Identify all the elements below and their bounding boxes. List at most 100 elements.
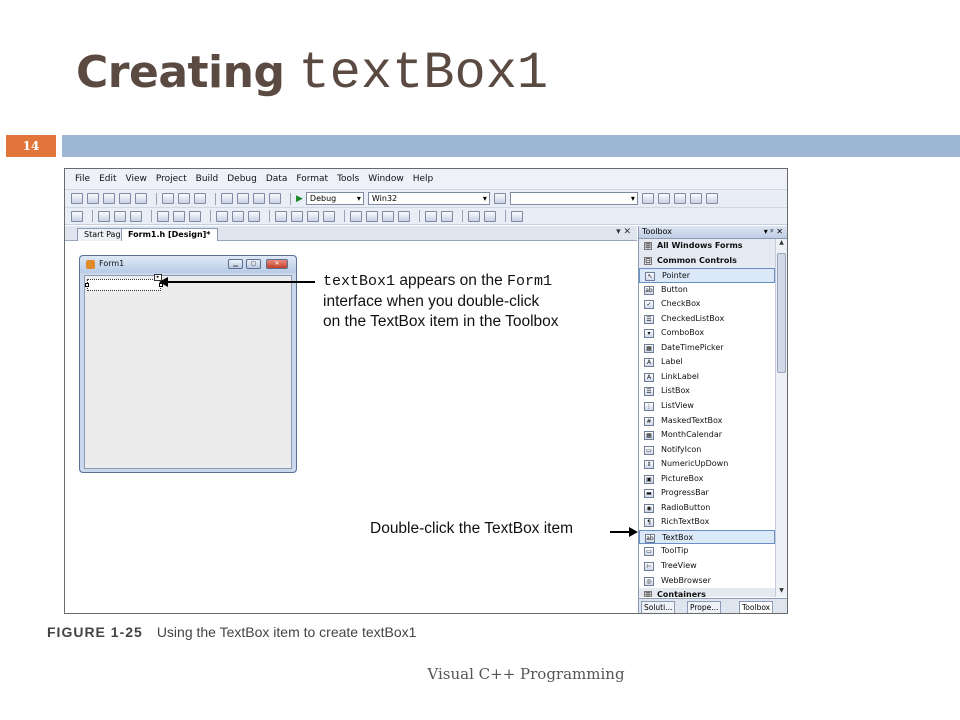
bring-to-front-icon[interactable] <box>468 210 480 222</box>
toolbox-item[interactable]: ▭ ToolTip <box>639 544 775 559</box>
vertical-spacing-icon[interactable] <box>350 210 362 222</box>
object-browser-icon[interactable] <box>673 193 686 204</box>
align-tops-icon[interactable] <box>157 210 169 222</box>
redo-icon[interactable] <box>237 193 249 204</box>
toolbox-item[interactable]: ◎ WebBrowser <box>639 574 775 589</box>
menu-window[interactable]: Window <box>368 174 404 184</box>
toolbox-item[interactable]: ⇕ NumericUpDown <box>639 457 775 472</box>
toolbox-item[interactable]: A LinkLabel <box>639 370 775 385</box>
solution-platform-combo[interactable]: Win32 <box>367 192 490 205</box>
tab-solution-explorer[interactable]: Soluti... <box>641 601 676 613</box>
paste-icon[interactable] <box>194 193 206 204</box>
toolbox-header-controls[interactable]: ▾ ᵖ ✕ <box>764 226 783 238</box>
toolbox-group[interactable]: ⊟ Common Controls <box>639 253 775 269</box>
toolbox-group[interactable]: ⊞ All Windows Forms <box>639 239 775 254</box>
tab-window-controls[interactable]: ▾ ✕ <box>616 227 631 237</box>
toolbox-scrollbar[interactable]: ▲ ▼ <box>775 239 787 597</box>
tab-order-icon[interactable] <box>511 210 523 222</box>
align-to-grid-icon[interactable] <box>71 210 83 222</box>
find-combo[interactable] <box>509 192 638 205</box>
menu-tools[interactable]: Tools <box>337 174 359 184</box>
menu-file[interactable]: File <box>75 174 90 184</box>
callout-code-form1: Form1 <box>507 273 553 290</box>
toolbox-item[interactable]: ab Button <box>639 283 775 298</box>
size-to-grid-icon[interactable] <box>232 210 244 222</box>
toolbox-item[interactable]: ▬ ProgressBar <box>639 486 775 501</box>
menu-data[interactable]: Data <box>266 174 288 184</box>
toolbox-item[interactable]: ◉ RadioButton <box>639 501 775 516</box>
center-horizontally-icon[interactable] <box>425 210 437 222</box>
increase-spacing-icon[interactable] <box>291 210 303 222</box>
toolbox-item[interactable]: ⋮ ListView <box>639 399 775 414</box>
scroll-up-icon[interactable]: ▲ <box>776 239 787 249</box>
toolbox-item[interactable]: ▾ ComboBox <box>639 326 775 341</box>
navigate-forward-icon[interactable] <box>269 193 281 204</box>
solution-explorer-icon[interactable] <box>641 193 654 204</box>
start-page-icon[interactable] <box>705 193 718 204</box>
close-icon[interactable]: ✕ <box>266 259 288 269</box>
toolbox-item[interactable]: ↖ Pointer <box>639 268 775 283</box>
copy-icon[interactable] <box>178 193 190 204</box>
new-project-icon[interactable] <box>71 193 83 204</box>
cut-icon[interactable] <box>162 193 174 204</box>
send-to-back-icon[interactable] <box>484 210 496 222</box>
maximize-icon[interactable]: ▢ <box>246 259 261 269</box>
remove-vspacing-icon[interactable] <box>398 210 410 222</box>
tab-form1-design[interactable]: Form1.h [Design]* <box>121 228 218 241</box>
menu-view[interactable]: View <box>126 174 147 184</box>
align-bottoms-icon[interactable] <box>189 210 201 222</box>
properties-icon[interactable] <box>657 193 670 204</box>
toolbox-icon[interactable] <box>689 193 702 204</box>
minimize-icon[interactable]: ▁ <box>228 259 243 269</box>
decrease-spacing-icon[interactable] <box>307 210 319 222</box>
make-same-width-icon[interactable] <box>216 210 228 222</box>
toolbox-item[interactable]: ✓ CheckBox <box>639 297 775 312</box>
scroll-thumb[interactable] <box>777 253 786 373</box>
toolbox-item[interactable]: ☰ CheckedListBox <box>639 312 775 327</box>
toolbox-item[interactable]: ⊢ TreeView <box>639 559 775 574</box>
add-item-icon[interactable] <box>87 193 99 204</box>
toolbox-item[interactable]: ▦ DateTimePicker <box>639 341 775 356</box>
menu-debug[interactable]: Debug <box>227 174 257 184</box>
tab-properties[interactable]: Prope... <box>687 601 722 613</box>
menu-edit[interactable]: Edit <box>99 174 116 184</box>
toolbox-item[interactable]: # MaskedTextBox <box>639 414 775 429</box>
menu-build[interactable]: Build <box>196 174 219 184</box>
horizontal-spacing-icon[interactable] <box>275 210 287 222</box>
save-icon[interactable] <box>119 193 131 204</box>
solution-config-combo[interactable]: Debug <box>305 192 364 205</box>
toolbox-item[interactable]: ¶ RichTextBox <box>639 515 775 530</box>
menu-format[interactable]: Format <box>296 174 328 184</box>
align-rights-icon[interactable] <box>130 210 142 222</box>
increase-vspacing-icon[interactable] <box>366 210 378 222</box>
toolbox-item[interactable]: ab TextBox <box>639 529 775 545</box>
align-lefts-icon[interactable] <box>98 210 110 222</box>
menu-help[interactable]: Help <box>413 174 434 184</box>
toolbox-item[interactable]: ▣ PictureBox <box>639 472 775 487</box>
align-centers-icon[interactable] <box>114 210 126 222</box>
form1-client-area[interactable]: ▸ <box>84 274 292 469</box>
form1-window[interactable]: Form1 ▁ ▢ ✕ ▸ <box>79 255 297 473</box>
find-icon[interactable] <box>493 193 506 204</box>
toolbox-item[interactable]: A Label <box>639 355 775 370</box>
remove-spacing-icon[interactable] <box>323 210 335 222</box>
open-icon[interactable] <box>103 193 115 204</box>
scroll-down-icon[interactable]: ▼ <box>776 587 787 597</box>
align-middles-icon[interactable] <box>173 210 185 222</box>
tab-toolbox[interactable]: Toolbox <box>739 601 774 613</box>
toolbox-item[interactable]: ☰ ListBox <box>639 384 775 399</box>
undo-icon[interactable] <box>221 193 233 204</box>
center-vertically-icon[interactable] <box>441 210 453 222</box>
toolbox-item[interactable]: ▦ MonthCalendar <box>639 428 775 443</box>
toolbox-group[interactable]: ⊞ Containers <box>639 588 775 597</box>
make-same-height-icon[interactable] <box>248 210 260 222</box>
decrease-vspacing-icon[interactable] <box>382 210 394 222</box>
menu-project[interactable]: Project <box>156 174 187 184</box>
start-debugging-icon[interactable]: ▶ <box>296 194 303 204</box>
toolbox-item[interactable]: ▭ NotifyIcon <box>639 443 775 458</box>
save-all-icon[interactable] <box>135 193 147 204</box>
control-icon: ab <box>645 533 655 543</box>
navigate-back-icon[interactable] <box>253 193 265 204</box>
resize-handle-left[interactable] <box>85 283 89 287</box>
textbox1-control[interactable]: ▸ <box>85 274 163 291</box>
